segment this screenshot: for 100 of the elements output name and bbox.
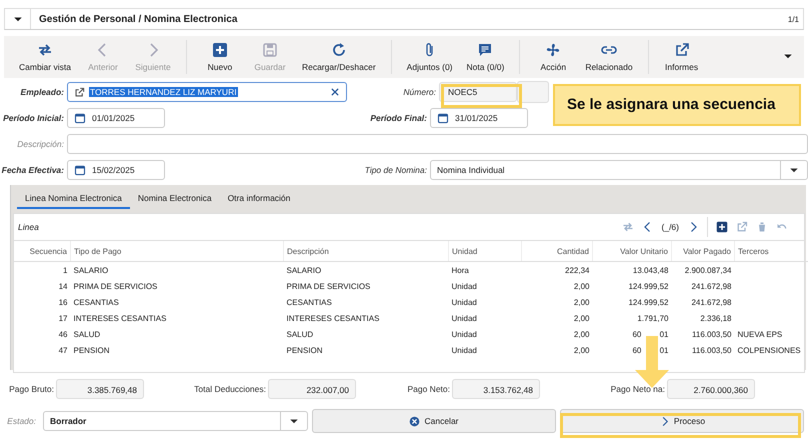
table-cell: NUEVA EPS [738, 330, 782, 338]
external-link-icon [74, 86, 85, 98]
table-cell: CESANTIAS [286, 298, 332, 306]
toolbar-button[interactable]: Nuevo [194, 42, 245, 72]
toolbar-button[interactable]: Adjuntos (0) [400, 42, 460, 72]
payroll-type-dropdown[interactable]: Nomina Individual [430, 160, 808, 180]
total-field: 2.760.000,360 [667, 379, 755, 399]
table-cell: 124.999,52 [628, 282, 668, 290]
table-cell: 2,00 [574, 330, 590, 338]
page-count: 1/1 [788, 14, 800, 24]
table-cell: 1.791,70 [637, 314, 668, 322]
table-cell: 16 [58, 298, 68, 306]
table-cell: 17 [58, 314, 68, 322]
table-cell: 116.003,50 [692, 346, 732, 354]
table-cell: Unidad [452, 330, 477, 338]
column-header: Secuencia [14, 241, 70, 262]
table-cell: PENSION [286, 346, 323, 354]
table-cell: PRIMA DE SERVICIOS [74, 282, 158, 290]
table-cell: 116.003,50 [692, 330, 732, 338]
description-field[interactable] [67, 134, 808, 154]
window-title: Gestión de Personal / Nomina Electronica [38, 14, 238, 24]
table-cell: 2.336,18 [700, 314, 732, 322]
toolbar-button[interactable]: Informes [656, 42, 707, 72]
tab[interactable]: Nomina Electronica [130, 189, 220, 209]
table-cell: 2,00 [574, 282, 590, 290]
date-field[interactable]: 15/02/2025 [67, 160, 165, 180]
table-cell: Unidad [452, 298, 477, 306]
action-button[interactable]: Cancelar [312, 409, 556, 433]
column-header: Valor Unitario [592, 241, 672, 262]
table-cell: 222,34 [565, 266, 590, 274]
field-label: Pago Neto na: [610, 384, 665, 394]
table-cell: 47 [58, 346, 68, 354]
table-cell: Hora [452, 266, 469, 274]
table-cell: 124.999,52 [628, 298, 668, 306]
total-field: 232.007,00 [268, 379, 356, 399]
toolbar-button[interactable]: Cambiar vista [12, 42, 78, 72]
table-cell: 241.672,98 [691, 298, 732, 306]
table-cell: SALARIO [286, 266, 322, 274]
field-label: Pago Bruto: [9, 384, 54, 394]
table-cell: Unidad [452, 346, 477, 354]
toolbar-button[interactable]: Recargar/Deshacer [294, 42, 383, 72]
table-cell: 60 01 [632, 346, 668, 354]
field-label: Período Final: [369, 113, 428, 123]
table-cell: 60 01 [632, 330, 668, 338]
table-cell: 2,00 [574, 298, 590, 306]
column-header: Terceros [734, 241, 808, 262]
date-field[interactable]: 01/01/2025 [67, 108, 165, 128]
calendar-icon [74, 112, 86, 124]
date-field[interactable]: 31/01/2025 [430, 108, 528, 128]
column-header: Cantidad [522, 241, 592, 262]
toolbar-button[interactable]: Nota (0/0) [460, 42, 512, 72]
fan-icon [545, 42, 562, 58]
readonly-field [517, 81, 549, 103]
employee-field[interactable]: TORRES HERNANDEZ LIZ MARYURI [67, 82, 347, 102]
column-header: Valor Pagado [672, 241, 734, 262]
field-label: Descripción: [16, 139, 65, 149]
column-header: Tipo de Pago [70, 241, 284, 262]
table-cell: 13.043,48 [632, 266, 668, 274]
table-cell: Unidad [452, 282, 477, 290]
calendar-icon [437, 112, 449, 124]
add-icon [212, 42, 228, 58]
status-dropdown[interactable]: Borrador [43, 411, 308, 431]
total-field: 3.153.762,48 [452, 379, 540, 399]
save-icon [262, 42, 278, 58]
tab[interactable]: Linea Nomina Electronica [17, 189, 130, 209]
toolbar-button[interactable]: Relacionado [578, 42, 640, 72]
cancel-icon [409, 416, 420, 426]
field-label: Estado: [6, 416, 37, 426]
field-label: Tipo de Nomina: [364, 165, 428, 175]
table-cell: INTERESES CESANTIAS [74, 314, 166, 322]
calendar-icon [74, 164, 86, 176]
table-cell: 46 [58, 330, 68, 338]
table-cell: INTERESES CESANTIAS [286, 314, 380, 322]
pager-text: (_/6) [662, 222, 679, 232]
reload-icon [330, 42, 347, 58]
table-cell: COLPENSIONES [738, 346, 801, 354]
toolbar-button[interactable]: Acción [528, 42, 578, 72]
tab[interactable]: Otra información [220, 189, 298, 209]
table-cell: PENSION [74, 346, 110, 354]
note-icon [477, 42, 494, 58]
total-field: 3.385.769,48 [56, 379, 144, 399]
table-cell: 2,00 [574, 314, 590, 322]
table-cell: 2,00 [574, 346, 590, 354]
table-cell: 2.900.087,34 [684, 266, 732, 274]
table-cell: SALUD [286, 330, 314, 338]
table-cell: 1 [63, 266, 68, 274]
callout-note: Se le asignara una secuencia [553, 84, 801, 126]
column-header: Unidad [448, 241, 522, 262]
swap-icon [36, 42, 53, 58]
table-cell: CESANTIAS [74, 298, 119, 306]
field-label: Número: [402, 87, 437, 97]
field-label: Pago Neto: [407, 384, 450, 394]
field-label: Fecha Efectiva: [0, 165, 65, 175]
field-label: Período Inicial: [2, 113, 65, 123]
external-link-icon [674, 42, 690, 58]
arrow-drawing [635, 336, 669, 388]
add-button[interactable] [716, 221, 728, 233]
table-cell: 14 [58, 282, 68, 290]
table-cell: Unidad [452, 314, 477, 322]
clear-icon [330, 87, 340, 97]
